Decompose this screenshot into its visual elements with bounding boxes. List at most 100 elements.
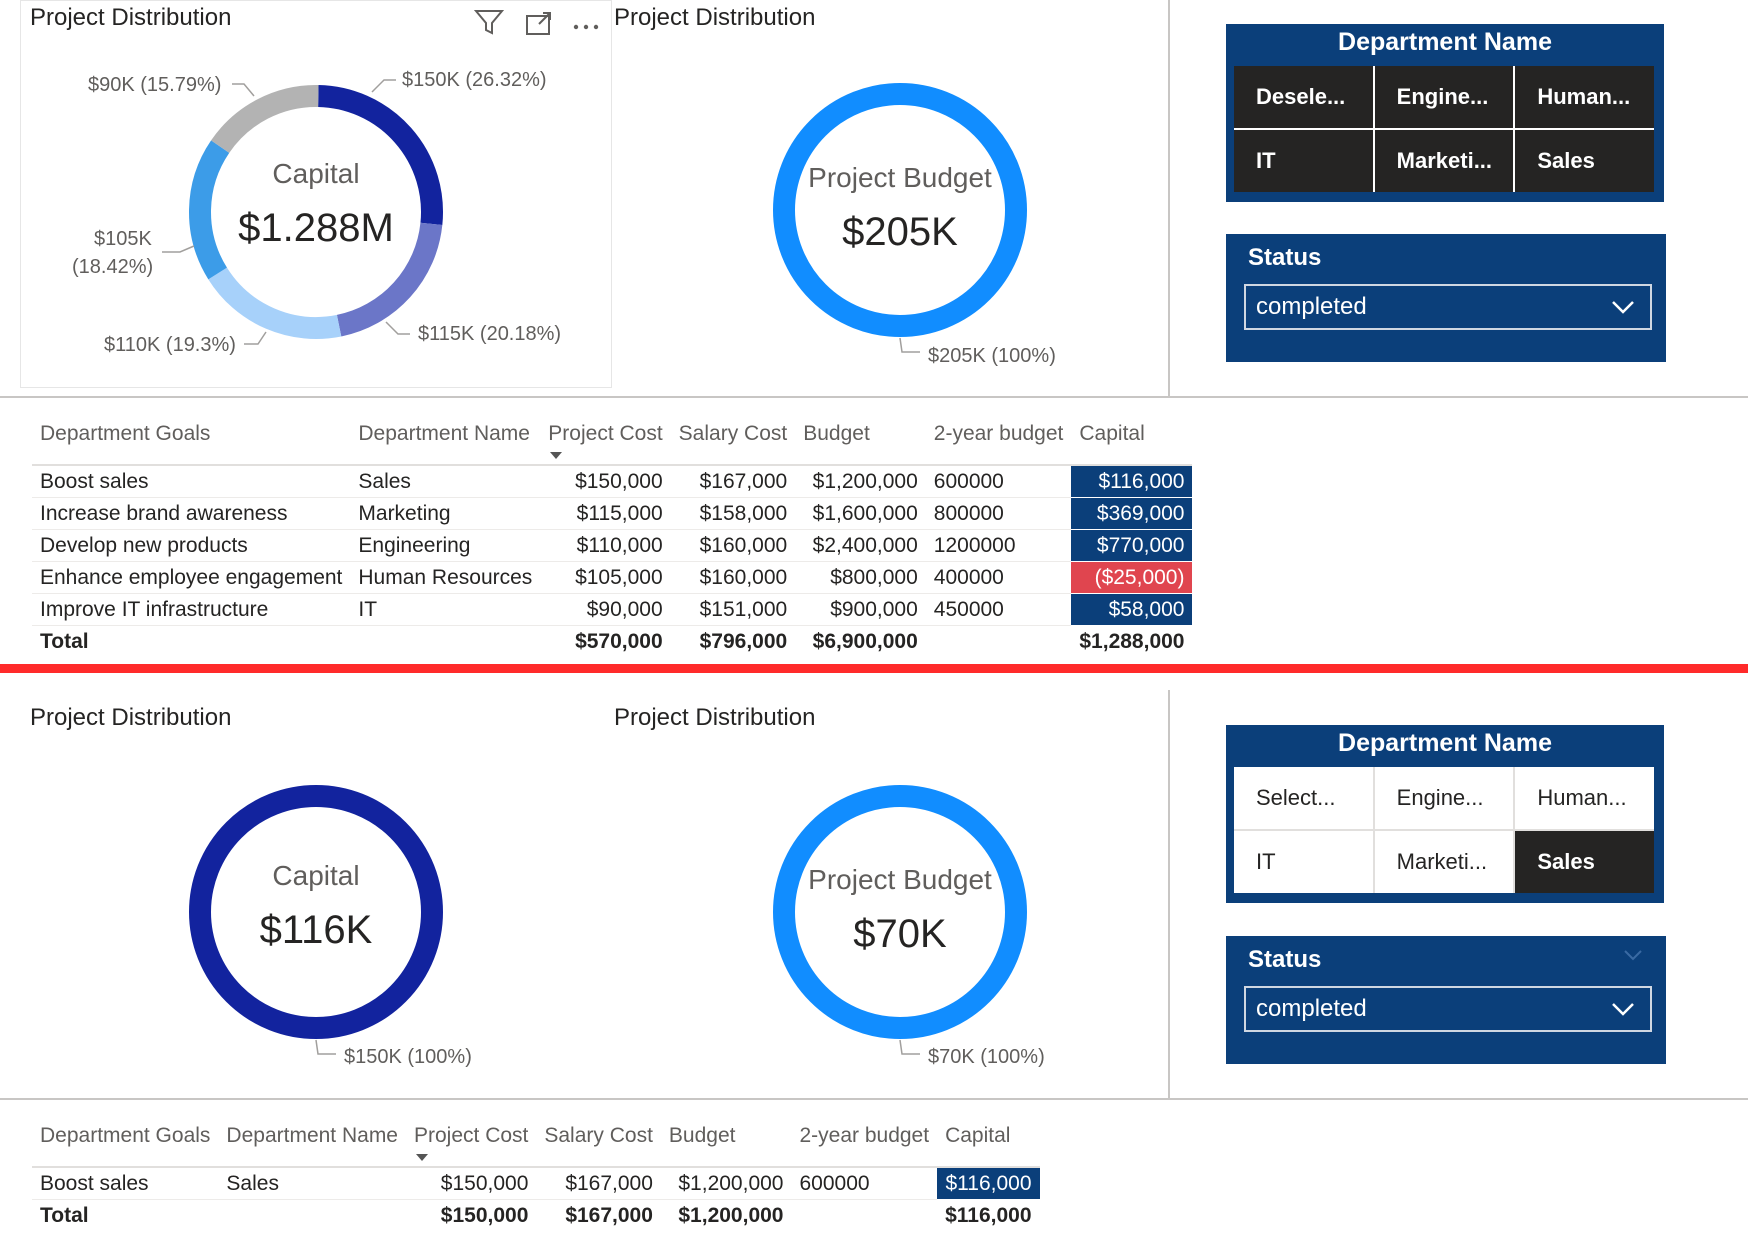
col-header-department-name[interactable]: Department Name: [218, 1124, 406, 1168]
cell-goal: Boost sales: [32, 1167, 219, 1200]
col-header-project-cost[interactable]: Project Cost: [540, 422, 671, 466]
slicer-tile-sales[interactable]: Sales: [1515, 831, 1654, 893]
cell-salary-cost: $167,000: [670, 465, 796, 498]
slicer-tile-sales[interactable]: Sales: [1515, 130, 1654, 192]
cell-project-cost: $115,000: [540, 497, 671, 530]
cell-2-year-budget: 800000: [925, 497, 1072, 530]
leader-line: [385, 321, 410, 335]
cell-capital: $770,000: [1071, 529, 1193, 562]
col-header-project-cost[interactable]: Project Cost: [406, 1124, 537, 1168]
collapse-chevron-icon[interactable]: [1622, 948, 1644, 967]
bottom-donut2-title: Project Distribution: [614, 704, 816, 731]
donut3-center-value: $116K: [259, 908, 373, 952]
cell-total-project-cost: $150,000: [440, 1203, 529, 1227]
leader-line: [371, 79, 396, 93]
chevron-down-icon: [1610, 294, 1636, 327]
table-total-row: Total $570,000 $796,000 $6,900,000 $1,28…: [32, 626, 1192, 658]
department-slicer: Department Name Desele... Engine... Huma…: [1226, 24, 1664, 202]
cell-dept: Human Resources: [350, 561, 541, 594]
cell-dept: Sales: [218, 1167, 406, 1200]
cell-2-year-budget: 600000: [925, 465, 1072, 498]
col-header-2-year-budget[interactable]: 2-year budget: [791, 1124, 938, 1168]
cell-dept: Sales: [350, 465, 541, 498]
cell-total-label: Total: [40, 629, 89, 653]
col-header-budget[interactable]: Budget: [795, 422, 926, 466]
cell-2-year-budget: 450000: [925, 593, 1072, 626]
col-header-2-year-budget[interactable]: 2-year budget: [925, 422, 1072, 466]
cell-total-label: Total: [40, 1203, 89, 1227]
col-header-department-goals[interactable]: Department Goals: [32, 1124, 219, 1168]
cell-total-budget: $6,900,000: [812, 629, 918, 653]
col-header-salary-cost[interactable]: Salary Cost: [670, 422, 796, 466]
donut1-center-value: $1.288M: [238, 206, 394, 250]
donut1-label-hr-percent: (18.42%): [72, 256, 154, 278]
donut4-center-label: Project Budget: [808, 864, 992, 895]
slicer-tile-human-resources[interactable]: Human...: [1515, 767, 1654, 829]
table-row[interactable]: Enhance employee engagement Human Resour…: [32, 561, 1193, 594]
status-slicer-label: Status: [1248, 946, 1322, 973]
section-divider-horizontal: [0, 1098, 1748, 1100]
donut1-slice-it[interactable]: [211, 85, 319, 154]
cell-2-year-budget: 600000: [791, 1167, 938, 1200]
col-header-department-goals[interactable]: Department Goals: [32, 422, 351, 466]
status-slicer: Status completed: [1226, 234, 1666, 362]
cell-capital: $116,000: [937, 1167, 1040, 1200]
table-row[interactable]: Develop new products Engineering $110,00…: [32, 529, 1193, 562]
slicer-tile-it[interactable]: IT: [1234, 130, 1373, 192]
slicer-tile-marketing[interactable]: Marketi...: [1374, 130, 1514, 192]
cell-project-cost: $90,000: [540, 593, 671, 626]
leader-line: [899, 1039, 920, 1055]
cell-budget: $1,200,000: [660, 1167, 792, 1200]
donut2-label: $205K (100%): [928, 345, 1056, 367]
cell-total-empty: [926, 626, 1072, 658]
status-dropdown[interactable]: completed: [1244, 284, 1652, 330]
col-header-capital[interactable]: Capital: [937, 1124, 1040, 1168]
cell-goal: Improve IT infrastructure: [32, 593, 351, 626]
cell-budget: $1,200,000: [795, 465, 926, 498]
cell-dept: Engineering: [350, 529, 541, 562]
top-data-table: Department Goals Department Name Project…: [32, 422, 1193, 658]
slicer-tile-engineering[interactable]: Engine...: [1374, 767, 1514, 829]
col-header-budget[interactable]: Budget: [660, 1124, 792, 1168]
slicer-tile-marketing[interactable]: Marketi...: [1374, 831, 1514, 893]
cell-dept: IT: [350, 593, 541, 626]
section-divider-horizontal: [0, 396, 1748, 398]
donut1-label-marketing: $115K (20.18%): [418, 323, 562, 345]
col-header-capital[interactable]: Capital: [1071, 422, 1193, 466]
slicer-tile-it[interactable]: IT: [1234, 831, 1373, 893]
cell-capital: $369,000: [1071, 497, 1193, 530]
slicer-tile-deselect-all[interactable]: Desele...: [1234, 66, 1373, 128]
table-row[interactable]: Boost sales Sales $150,000 $167,000 $1,2…: [32, 1167, 1040, 1200]
cell-total-salary-cost: $796,000: [699, 629, 788, 653]
cell-project-cost: $105,000: [540, 561, 671, 594]
chevron-down-icon: [1610, 996, 1636, 1029]
cell-budget: $900,000: [795, 593, 926, 626]
cell-total-empty: [791, 1200, 937, 1232]
section-divider-vertical: [1168, 0, 1170, 396]
cell-goal: Increase brand awareness: [32, 497, 351, 530]
department-slicer-title: Department Name: [1338, 729, 1552, 757]
status-dropdown[interactable]: completed: [1244, 986, 1652, 1032]
table-row[interactable]: Improve IT infrastructure IT $90,000 $15…: [32, 593, 1193, 626]
leader-line: [899, 337, 920, 353]
cell-total-capital: $1,288,000: [1079, 629, 1185, 653]
cell-total-capital: $116,000: [945, 1203, 1032, 1227]
col-header-salary-cost[interactable]: Salary Cost: [536, 1124, 661, 1168]
cell-2-year-budget: 400000: [925, 561, 1072, 594]
cell-salary-cost: $151,000: [670, 593, 796, 626]
donut1-label-sales: $150K (26.32%): [402, 69, 547, 91]
slicer-tile-select-all[interactable]: Select...: [1234, 767, 1373, 829]
department-slicer-title: Department Name: [1338, 28, 1552, 56]
slicer-tile-engineering[interactable]: Engine...: [1374, 66, 1514, 128]
col-header-department-name[interactable]: Department Name: [350, 422, 541, 466]
table-row[interactable]: Increase brand awareness Marketing $115,…: [32, 497, 1193, 530]
status-dropdown-value: completed: [1256, 293, 1367, 320]
sort-descending-icon: [550, 452, 563, 459]
slicer-tile-human-resources[interactable]: Human...: [1515, 66, 1654, 128]
bottom-data-table: Department Goals Department Name Project…: [32, 1124, 1040, 1231]
table-row[interactable]: Boost sales Sales $150,000 $167,000 $1,2…: [32, 465, 1193, 498]
donut1-label-engineering: $110K (19.3%): [104, 334, 236, 356]
donut1-slice-engineering[interactable]: [208, 267, 342, 339]
leader-line: [315, 1039, 336, 1055]
section-divider-vertical: [1168, 690, 1170, 1098]
